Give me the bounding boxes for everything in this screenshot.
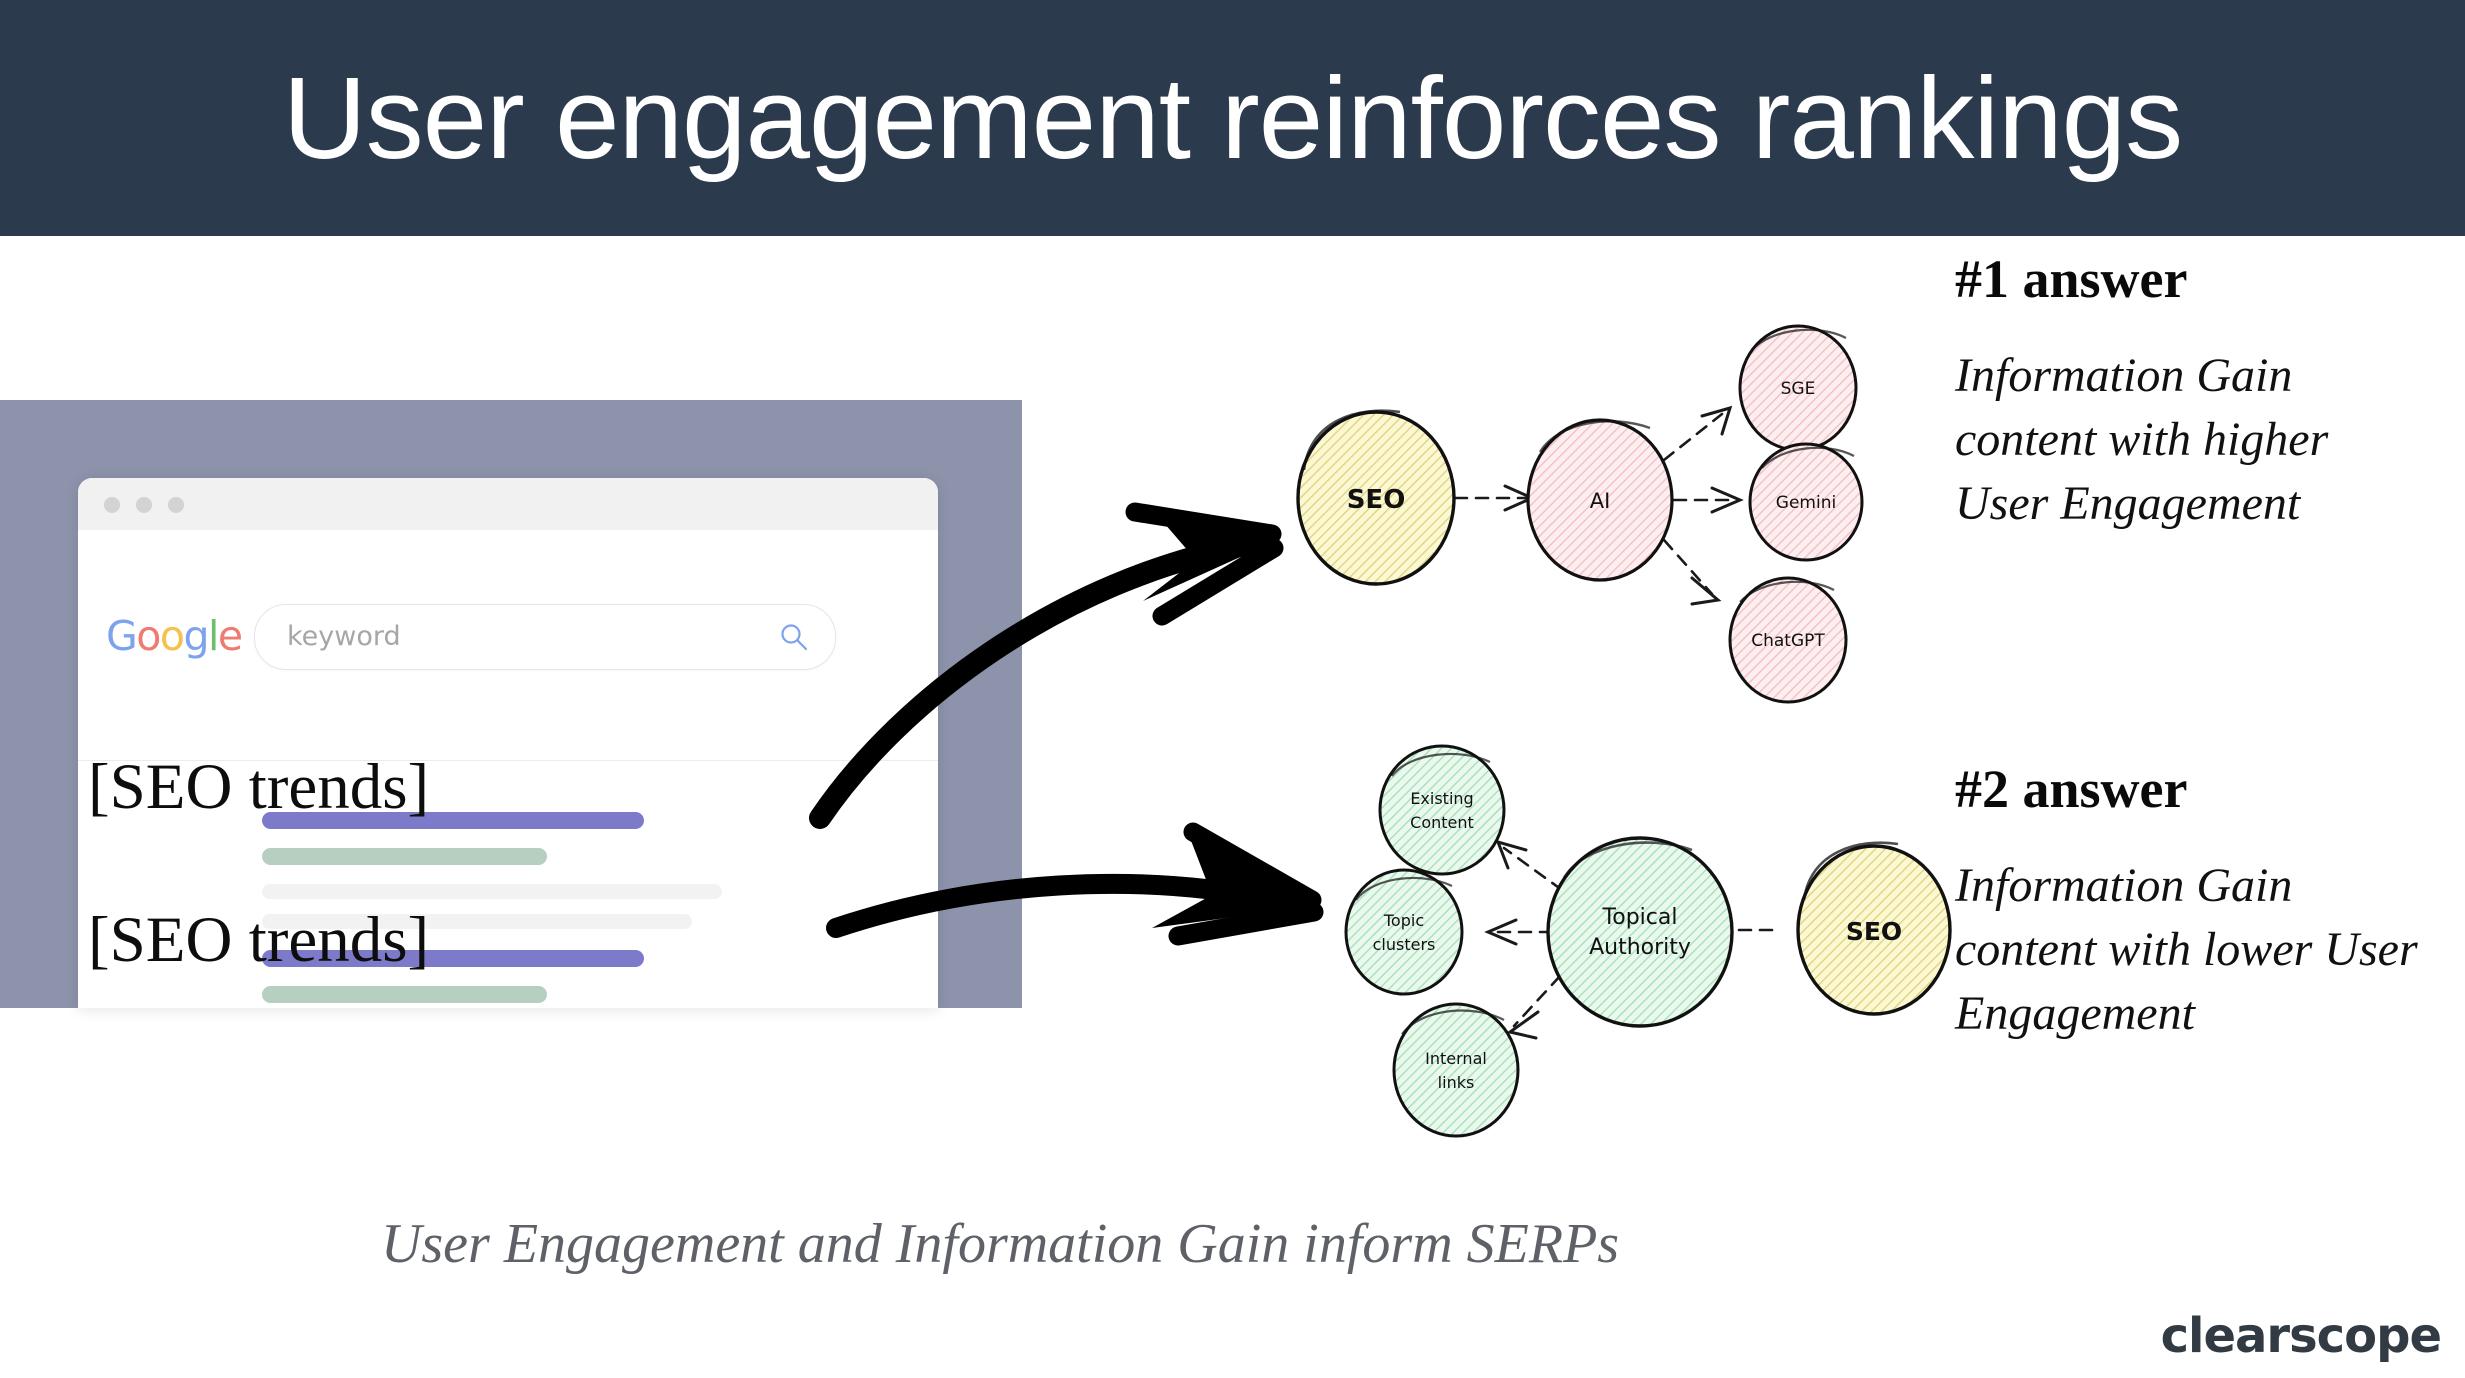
- node-internal-links: Internal links: [1392, 1002, 1520, 1138]
- window-dot-minimize-icon: [136, 497, 152, 513]
- node-existing-content-label-line1: Existing: [1410, 789, 1473, 808]
- node-seo: SEO: [1796, 841, 1952, 1016]
- serp-subtitle-placeholder-bar: [262, 848, 547, 865]
- slide-caption: User Engagement and Information Gain inf…: [380, 1213, 1620, 1275]
- search-input[interactable]: keyword: [254, 604, 836, 670]
- topical-authority-diagram: SEO Topical Authority Existing Content T…: [1344, 744, 1952, 1138]
- node-seo: SEO: [1296, 409, 1456, 586]
- node-topic-clusters: Topic clusters: [1344, 868, 1464, 996]
- serp-body-line: [262, 884, 722, 899]
- serp-subtitle-placeholder-bar: [262, 986, 547, 1003]
- node-seo-label: SEO: [1846, 917, 1902, 946]
- node-existing-content-label-line2: Content: [1410, 813, 1474, 832]
- node-ai-label: AI: [1590, 489, 1611, 513]
- search-icon[interactable]: [779, 622, 809, 652]
- answer-2-heading: #2 answer: [1955, 759, 2188, 819]
- window-dot-close-icon: [104, 497, 120, 513]
- node-sge: SGE: [1738, 324, 1858, 452]
- node-internal-links-label-line2: links: [1438, 1073, 1475, 1092]
- page-title: User engagement reinforces rankings: [282, 53, 2183, 183]
- node-topical-authority-label-line1: Topical: [1602, 905, 1678, 930]
- slide-header-bar: User engagement reinforces rankings: [0, 0, 2465, 236]
- node-sge-label: SGE: [1781, 379, 1816, 399]
- browser-titlebar: [78, 478, 938, 530]
- serp-result-1-keyword-label: [SEO trends]: [88, 751, 430, 823]
- node-chatgpt: ChatGPT: [1728, 576, 1848, 704]
- answer-1-body: Information Gain content with higher Use…: [1955, 349, 2329, 530]
- slide-canvas: User engagement reinforces rankings Goog…: [0, 0, 2465, 1378]
- answer-1-heading: #1 answer: [1955, 249, 2188, 309]
- google-logo: Google: [106, 612, 243, 660]
- ai-surfaces-diagram: SEO AI SGE Gemini ChatGPT: [1296, 324, 1864, 704]
- node-existing-content: Existing Content: [1378, 744, 1506, 876]
- node-gemini: Gemini: [1748, 442, 1864, 562]
- serp-result-2-keyword-label: [SEO trends]: [88, 904, 430, 976]
- node-topical-authority: Topical Authority: [1546, 836, 1734, 1028]
- clearscope-logo: clearscope: [2160, 1308, 2442, 1364]
- node-topic-clusters-label-line2: clusters: [1373, 935, 1436, 954]
- answer-block-1: #1 answer Information Gain content with …: [1955, 248, 2425, 535]
- node-gemini-label: Gemini: [1776, 493, 1836, 513]
- window-dot-maximize-icon: [168, 497, 184, 513]
- search-placeholder-text: keyword: [287, 621, 401, 652]
- node-topic-clusters-label-line1: Topic: [1383, 911, 1424, 930]
- node-topical-authority-label-line2: Authority: [1589, 935, 1691, 960]
- answer-block-2: #2 answer Information Gain content with …: [1955, 758, 2425, 1045]
- answer-2-body: Information Gain content with lower User…: [1955, 859, 2418, 1040]
- node-chatgpt-label: ChatGPT: [1751, 631, 1825, 651]
- node-internal-links-label-line1: Internal: [1425, 1049, 1487, 1068]
- node-seo-label: SEO: [1347, 485, 1406, 515]
- node-ai: AI: [1526, 418, 1674, 582]
